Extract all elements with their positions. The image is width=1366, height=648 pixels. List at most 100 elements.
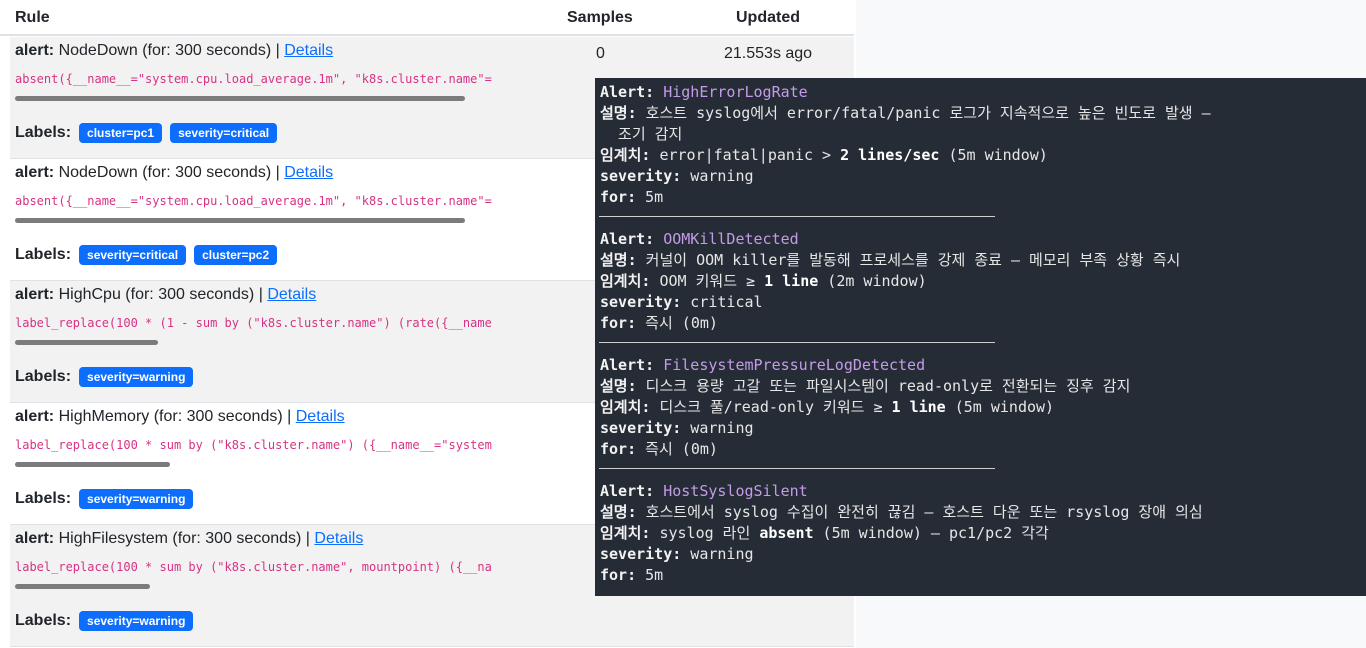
rule-expression: absent({__name__="system.cpu.load_averag… (15, 72, 492, 86)
threshold-suffix: (5m window) (939, 146, 1048, 164)
alert-for: (for: 300 seconds) | (142, 164, 280, 181)
label-badge: severity=warning (79, 489, 194, 509)
rule-expression: label_replace(100 * sum by ("k8s.cluster… (15, 438, 492, 452)
labels-row: Labels: cluster=pc1 severity=critical (15, 123, 278, 143)
details-link[interactable]: Details (314, 530, 363, 547)
alert-prefix: alert: (15, 286, 55, 303)
labels-prefix: Labels: (15, 612, 72, 629)
description-key: 설명: (600, 377, 637, 395)
threshold-suffix: (2m window) (818, 272, 927, 290)
severity-value: warning (681, 545, 754, 563)
expression-scrollbar[interactable] (15, 584, 150, 589)
severity-key: severity: (600, 293, 682, 311)
threshold-prefix: error|fatal|panic > (650, 146, 841, 164)
alert-name: HighFilesystem (58, 530, 168, 547)
alert-name: FilesystemPressureLogDetected (663, 356, 926, 374)
threshold-prefix: 디스크 풀/read-only 키워드 ≥ (650, 398, 892, 416)
label-badge: cluster=pc2 (194, 245, 278, 265)
header-rule: Rule (15, 9, 50, 26)
alert-key: Alert: (600, 356, 655, 374)
for-key: for: (600, 188, 637, 206)
labels-row: Labels: severity=critical cluster=pc2 (15, 245, 278, 265)
alert-name: HighCpu (58, 286, 121, 303)
alert-prefix: alert: (15, 164, 55, 181)
threshold-prefix: OOM 키워드 ≥ (650, 272, 765, 290)
separator-line (599, 216, 995, 217)
for-key: for: (600, 314, 637, 332)
description-text: 커널이 OOM killer를 발동해 프로세스를 강제 종료 – 메모리 부족… (636, 251, 1181, 269)
alert-prefix: alert: (15, 408, 55, 425)
alert-name: NodeDown (58, 164, 138, 181)
details-link[interactable]: Details (284, 42, 333, 59)
threshold-prefix: syslog 라인 (650, 524, 760, 542)
alert-name: OOMKillDetected (663, 230, 799, 248)
labels-prefix: Labels: (15, 490, 72, 507)
alert-prefix: alert: (15, 530, 55, 547)
threshold-value: 2 lines/sec (840, 146, 940, 164)
for-value: 즉시 (0m) (636, 314, 718, 332)
label-badge: severity=critical (170, 123, 278, 143)
expression-scrollbar[interactable] (15, 218, 465, 223)
table-header: Rule Samples Updated (0, 0, 854, 36)
separator-line (599, 468, 995, 469)
alert-name: HighErrorLogRate (663, 83, 808, 101)
labels-row: Labels: severity=warning (15, 367, 194, 387)
rule-expression: absent({__name__="system.cpu.load_averag… (15, 194, 492, 208)
alert-title: alert: HighMemory (for: 300 seconds) | D… (15, 408, 345, 426)
alert-block: Alert: HighErrorLogRate 설명: 호스트 syslog에서… (600, 82, 1366, 208)
labels-row: Labels: severity=warning (15, 489, 194, 509)
threshold-value: 1 line (764, 272, 819, 290)
for-value: 즉시 (0m) (636, 440, 718, 458)
severity-key: severity: (600, 419, 682, 437)
for-value: 5m (636, 566, 664, 584)
threshold-key: 임계치: (600, 398, 651, 416)
rule-expression: label_replace(100 * (1 - sum by ("k8s.cl… (15, 316, 492, 330)
separator-line (599, 342, 995, 343)
alert-key: Alert: (600, 83, 655, 101)
details-link[interactable]: Details (284, 164, 333, 181)
alert-for: (for: 300 seconds) | (153, 408, 292, 425)
alert-title: alert: HighCpu (for: 300 seconds) | Deta… (15, 286, 316, 304)
header-updated: Updated (736, 9, 800, 26)
details-link[interactable]: Details (267, 286, 316, 303)
alert-key: Alert: (600, 482, 655, 500)
rule-expression: label_replace(100 * sum by ("k8s.cluster… (15, 560, 492, 574)
header-samples: Samples (567, 9, 633, 26)
alert-key: Alert: (600, 230, 655, 248)
alert-block: Alert: FilesystemPressureLogDetected 설명:… (600, 355, 1366, 460)
labels-prefix: Labels: (15, 368, 72, 385)
description-text: 호스트에서 syslog 수집이 완전히 끊김 – 호스트 다운 또는 rsys… (636, 503, 1203, 521)
threshold-suffix: (5m window) (945, 398, 1055, 416)
severity-value: warning (681, 167, 754, 185)
description-continuation: 조기 감지 (600, 125, 683, 143)
severity-value: critical (681, 293, 763, 311)
alert-for: (for: 300 seconds) | (125, 286, 263, 303)
alert-block: Alert: OOMKillDetected 설명: 커널이 OOM kille… (600, 229, 1366, 334)
description-key: 설명: (600, 104, 637, 122)
severity-key: severity: (600, 167, 682, 185)
threshold-value: absent (759, 524, 814, 542)
alert-title: alert: NodeDown (for: 300 seconds) | Det… (15, 164, 333, 182)
labels-prefix: Labels: (15, 246, 72, 263)
description-key: 설명: (600, 251, 637, 269)
alert-name: NodeDown (58, 42, 138, 59)
expression-scrollbar[interactable] (15, 96, 465, 101)
details-link[interactable]: Details (296, 408, 345, 425)
label-badge: severity=warning (79, 611, 194, 631)
description-key: 설명: (600, 503, 637, 521)
alert-block: Alert: HostSyslogSilent 설명: 호스트에서 syslog… (600, 481, 1366, 586)
label-badge: cluster=pc1 (79, 123, 163, 143)
terminal-window: Alert: HighErrorLogRate 설명: 호스트 syslog에서… (595, 78, 1366, 596)
updated-value: 21.553s ago (724, 45, 813, 62)
alert-for: (for: 300 seconds) | (172, 530, 310, 547)
expression-scrollbar[interactable] (15, 340, 158, 345)
severity-key: severity: (600, 545, 682, 563)
threshold-key: 임계치: (600, 146, 651, 164)
for-value: 5m (636, 188, 664, 206)
description-text: 디스크 용량 고갈 또는 파일시스템이 read-only로 전환되는 징후 감… (636, 377, 1131, 395)
samples-value: 0 (596, 45, 605, 62)
expression-scrollbar[interactable] (15, 462, 170, 467)
alert-title: alert: NodeDown (for: 300 seconds) | Det… (15, 42, 333, 60)
alert-for: (for: 300 seconds) | (142, 42, 280, 59)
label-badge: severity=warning (79, 367, 194, 387)
